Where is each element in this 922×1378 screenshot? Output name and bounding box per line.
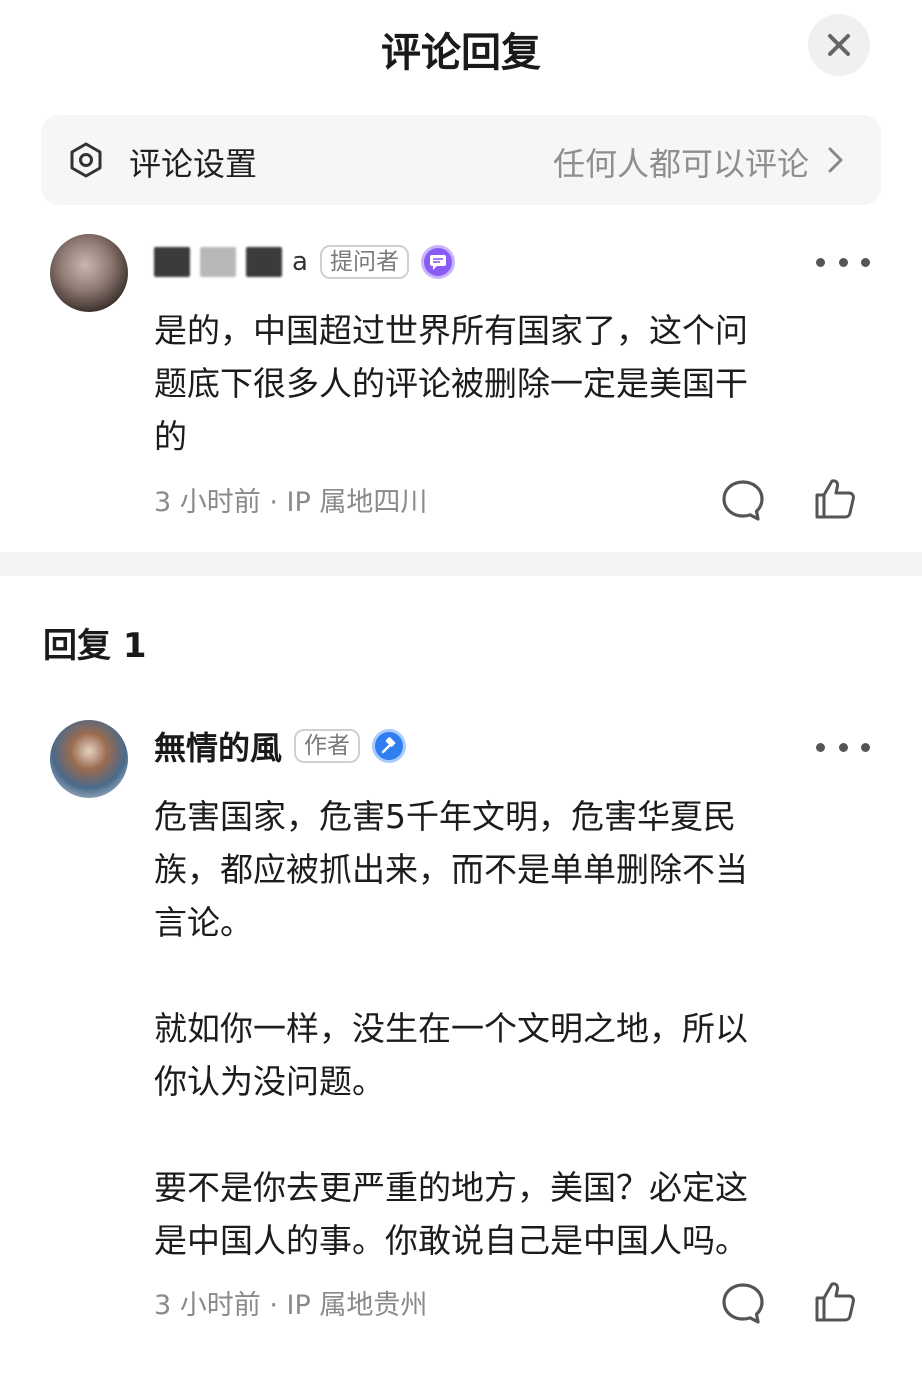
redaction-block xyxy=(246,247,282,277)
chat-badge-icon xyxy=(420,245,455,279)
role-badge: 提问者 xyxy=(319,245,409,279)
avatar[interactable] xyxy=(50,234,128,312)
section-divider xyxy=(0,552,922,576)
comment-text: 是的，中国超过世界所有国家了，这个问 题底下很多人的评论被删除一定是美国干 的 xyxy=(154,311,748,456)
close-icon xyxy=(828,34,850,56)
comment-settings-label: 评论设置 xyxy=(129,145,258,183)
chevron-right-icon xyxy=(828,147,843,173)
author-name-suffix: a xyxy=(292,247,308,277)
more-options-icon[interactable] xyxy=(816,741,870,753)
like-icon[interactable] xyxy=(812,476,858,522)
like-icon[interactable] xyxy=(812,1279,858,1325)
comment-meta: 3 小时前 · IP 属地四川 xyxy=(154,487,428,518)
redaction-block xyxy=(200,247,236,277)
more-options-icon[interactable] xyxy=(816,256,870,268)
comment-settings-row[interactable]: 评论设置 任何人都可以评论 xyxy=(41,115,881,205)
page-title: 评论回复 xyxy=(381,30,541,76)
reply-icon[interactable] xyxy=(720,1281,766,1327)
close-button[interactable] xyxy=(808,14,870,76)
reply-icon[interactable] xyxy=(720,478,766,524)
replies-title: 回复 1 xyxy=(43,626,147,666)
avatar[interactable] xyxy=(50,720,128,798)
comment-settings-value: 任何人都可以评论 xyxy=(552,145,809,183)
comment-text: 危害国家，危害5千年文明，危害华夏民 族，都应被抓出来，而不是单单删除不当 言论… xyxy=(154,797,748,1260)
author-row: 無情的風 作者 xyxy=(154,723,407,769)
gavel-badge-icon xyxy=(372,729,407,763)
author-row: a 提问者 xyxy=(154,240,455,284)
redaction-block xyxy=(154,247,190,277)
role-badge: 作者 xyxy=(294,729,361,763)
author-name-redacted[interactable]: a xyxy=(154,247,308,277)
header: 评论回复 xyxy=(0,0,922,96)
author-name[interactable]: 無情的風 xyxy=(154,723,282,769)
gear-icon xyxy=(70,142,102,178)
comment-meta: 3 小时前 · IP 属地贵州 xyxy=(154,1290,428,1321)
